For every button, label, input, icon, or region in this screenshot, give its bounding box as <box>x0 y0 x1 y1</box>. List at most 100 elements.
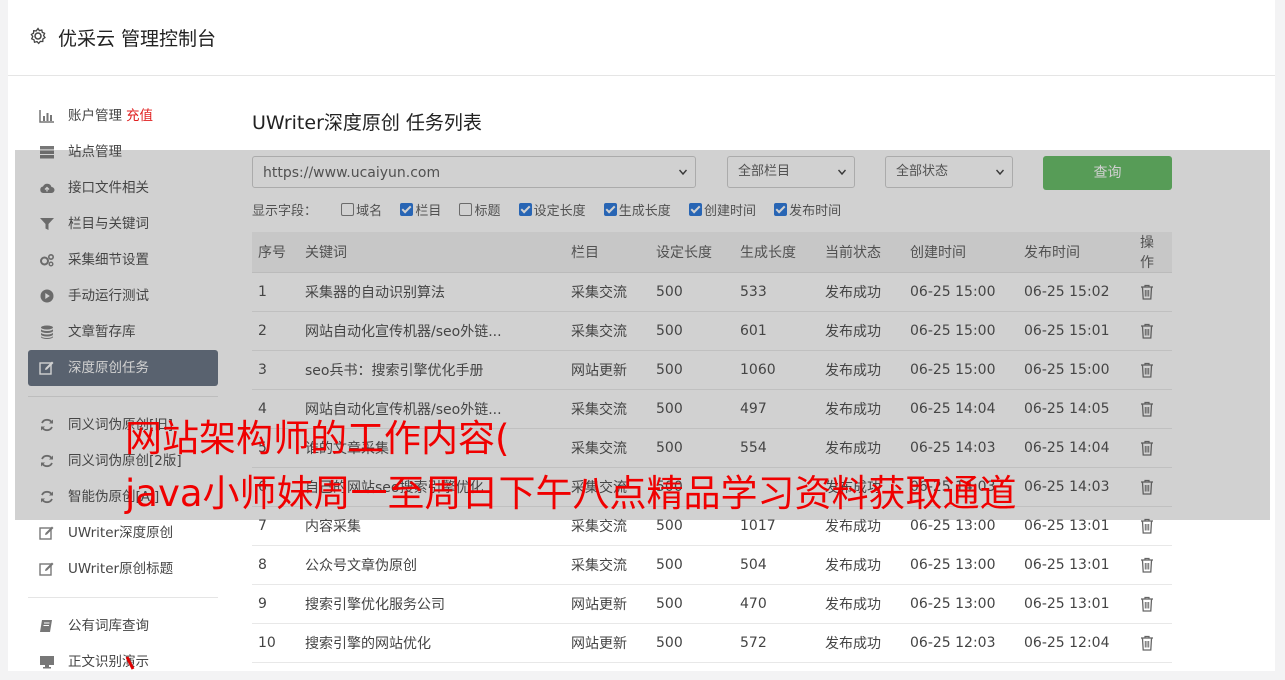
table-row: 8 公众号文章伪原创 采集交流 500 504 发布成功 06-25 13:00 06-25 … <box>252 545 1172 585</box>
sidebar-item-label: 深度原创任务 <box>68 360 149 376</box>
field-checkbox-set-length[interactable]: 设定长度 <box>518 200 586 219</box>
field-checkbox-domain[interactable]: 域名 <box>341 200 382 219</box>
checkbox[interactable] <box>518 203 532 216</box>
refresh-icon <box>41 418 53 432</box>
checkbox[interactable] <box>400 203 414 216</box>
sidebar-item-uwriter-title[interactable]: UWriter原创标题 <box>28 551 218 587</box>
row-keyword: 网站自动化宣传机器/seo外链... <box>299 311 565 351</box>
monitor-icon <box>40 656 54 669</box>
field-label: 标题 <box>474 204 501 219</box>
row-column: 采集交流 <box>565 545 650 585</box>
checkbox[interactable] <box>774 203 788 216</box>
sidebar-item-columns-keywords[interactable]: 栏目与关键词 <box>28 206 218 242</box>
column-header: 当前状态 <box>819 232 904 273</box>
row-keyword: 搜索引擎优化服务公司 <box>299 584 565 624</box>
gear-icon <box>30 27 46 45</box>
trash-icon[interactable] <box>1140 596 1154 612</box>
row-set-length: 500 <box>650 350 734 390</box>
field-checkbox-gen-length[interactable]: 生成长度 <box>603 200 671 219</box>
row-actions <box>1134 623 1172 663</box>
cloud-upload-icon <box>40 183 55 193</box>
sidebar-item-label: 接口文件相关 <box>68 180 149 196</box>
row-status: 发布成功 <box>819 350 904 390</box>
play-circle-icon <box>40 289 54 303</box>
sidebar-item-label: 公有词库查询 <box>68 618 149 634</box>
sidebar-item-public-lexicon[interactable]: 公有词库查询 <box>28 608 218 644</box>
status-select[interactable]: 全部状态 <box>885 156 1013 188</box>
sidebar-item-text-recognition[interactable]: 正文识别演示 <box>28 644 218 680</box>
trash-icon[interactable] <box>1140 323 1154 339</box>
sidebar-item-api-files[interactable]: 接口文件相关 <box>28 170 218 206</box>
sidebar-item-account[interactable]: 账户管理 充值 <box>28 98 218 134</box>
row-column: 网站更新 <box>565 350 650 390</box>
checkbox[interactable] <box>603 203 617 216</box>
recharge-link[interactable]: 充值 <box>126 108 153 124</box>
column-header: 关键词 <box>299 232 565 273</box>
row-publish-time: 06-25 15:00 <box>1018 350 1134 390</box>
sidebar-item-uwriter-deep[interactable]: UWriter深度原创 <box>28 515 218 551</box>
table-row: 10 搜索引擎的网站优化 网站更新 500 572 发布成功 06-25 12:03 06-2… <box>252 623 1172 663</box>
trash-icon[interactable] <box>1140 362 1154 378</box>
sidebar-item-label: UWriter原创标题 <box>68 561 174 577</box>
row-keyword: 搜索引擎的网站优化 <box>299 623 565 663</box>
row-set-length: 500 <box>650 311 734 351</box>
sidebar-item-label: 文章暂存库 <box>68 324 136 340</box>
content-panel: 账户管理 充值 站点管理 接口文件相关 栏目与关键词 采集细节设置 手动运行测试 … <box>8 76 1275 671</box>
trash-icon[interactable] <box>1140 440 1154 456</box>
column-select[interactable]: 全部栏目 <box>727 156 855 188</box>
row-publish-time: 06-25 14:04 <box>1018 428 1134 468</box>
row-create-time: 06-25 14:04 <box>904 389 1018 429</box>
row-gen-length: 601 <box>734 311 819 351</box>
field-checkbox-title[interactable]: 标题 <box>459 200 500 219</box>
field-checkbox-create-time[interactable]: 创建时间 <box>688 200 756 219</box>
trash-icon[interactable] <box>1140 518 1154 534</box>
row-index: 8 <box>252 545 299 585</box>
table-row: 2 网站自动化宣传机器/seo外链... 采集交流 500 601 发布成功 06-25 1… <box>252 311 1172 351</box>
site-select-value: https://www.ucaiyun.com <box>263 165 441 181</box>
trash-icon[interactable] <box>1140 284 1154 300</box>
sidebar-item-collect-settings[interactable]: 采集细节设置 <box>28 242 218 278</box>
sidebar-divider <box>28 396 218 397</box>
sidebar-item-sites[interactable]: 站点管理 <box>28 134 218 170</box>
trash-icon[interactable] <box>1140 401 1154 417</box>
row-create-time: 06-25 13:00 <box>904 584 1018 624</box>
chevron-down-icon <box>996 169 1004 176</box>
row-publish-time: 06-25 12:04 <box>1018 623 1134 663</box>
row-set-length: 500 <box>650 584 734 624</box>
page-title: UWriter深度原创 任务列表 <box>252 112 482 134</box>
site-select[interactable]: https://www.ucaiyun.com <box>252 156 696 188</box>
sidebar-item-article-storage[interactable]: 文章暂存库 <box>28 314 218 350</box>
edit-icon <box>39 361 54 375</box>
row-actions <box>1134 584 1172 624</box>
sidebar-item-label: 栏目与关键词 <box>68 216 149 232</box>
row-status: 发布成功 <box>819 428 904 468</box>
row-set-length: 500 <box>650 623 734 663</box>
row-set-length: 500 <box>650 272 734 312</box>
sidebar-item-deep-original-task[interactable]: 深度原创任务 <box>28 350 218 386</box>
row-create-time: 06-25 15:00 <box>904 350 1018 390</box>
row-publish-time: 06-25 14:05 <box>1018 389 1134 429</box>
display-fields: 显示字段： 域名 栏目 标题 设定长度 生成长度 创建时间 发布时间 <box>252 200 855 219</box>
watermark-line-2: java小师妹周一至周日下午八点精品学习资料获取通道 <box>125 472 1017 515</box>
row-column: 采集交流 <box>565 272 650 312</box>
table-row: 9 搜索引擎优化服务公司 网站更新 500 470 发布成功 06-25 13:00 06-2… <box>252 584 1172 624</box>
field-checkbox-publish-time[interactable]: 发布时间 <box>774 200 841 219</box>
row-gen-length: 497 <box>734 389 819 429</box>
database-icon <box>41 325 53 339</box>
column-header: 序号 <box>252 232 299 273</box>
sidebar-item-manual-run[interactable]: 手动运行测试 <box>28 278 218 314</box>
field-checkbox-column[interactable]: 栏目 <box>400 200 441 219</box>
trash-icon[interactable] <box>1140 479 1154 495</box>
column-header: 生成长度 <box>734 232 819 273</box>
row-create-time: 06-25 14:03 <box>904 428 1018 468</box>
field-label: 创建时间 <box>703 204 756 219</box>
trash-icon[interactable] <box>1140 635 1154 651</box>
sidebar-item-label: 账户管理 <box>68 108 122 124</box>
checkbox[interactable] <box>341 203 355 216</box>
checkbox[interactable] <box>459 203 473 216</box>
row-publish-time: 06-25 13:01 <box>1018 584 1134 624</box>
query-button[interactable]: 查询 <box>1043 156 1172 190</box>
row-set-length: 500 <box>650 389 734 429</box>
checkbox[interactable] <box>688 203 702 216</box>
trash-icon[interactable] <box>1140 557 1154 573</box>
